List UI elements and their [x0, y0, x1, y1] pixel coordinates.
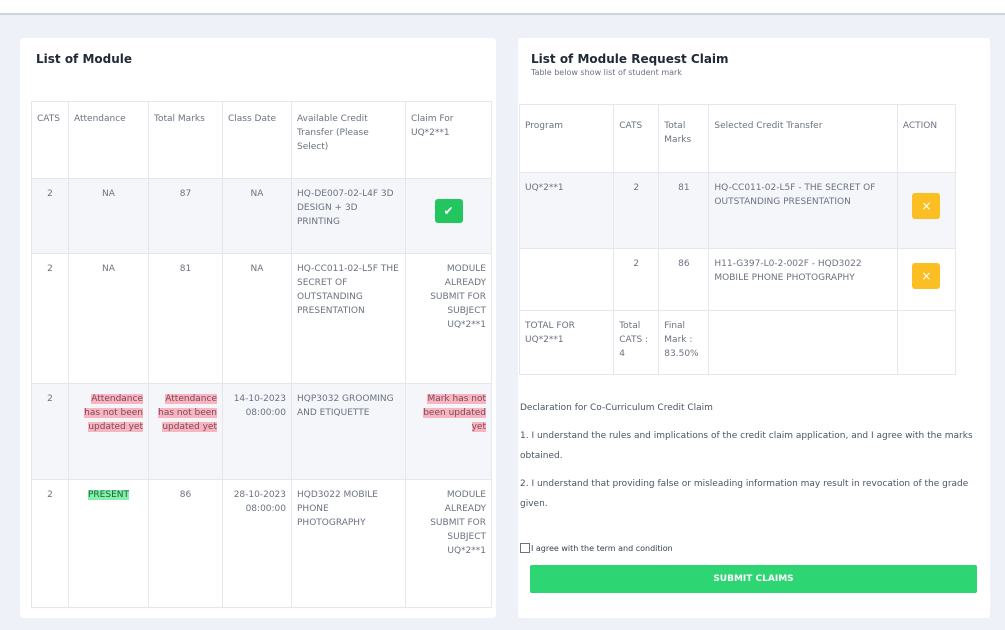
attendance-warning: Attendance has not been updated yet: [84, 394, 143, 432]
cell-credit: HQ-DE007-02-L4F 3D DESIGN + 3D PRINTING: [291, 178, 406, 254]
close-icon: ×: [921, 199, 932, 213]
list-of-module-card: List of Module CATS Attendance Total Mar…: [20, 38, 496, 618]
claim-check-button[interactable]: ✔: [434, 199, 463, 223]
header-available-credit: Available Credit Transfer (Please Select…: [291, 101, 406, 179]
cell-attendance: PRESENT: [68, 479, 149, 608]
cell-total: 81: [658, 172, 710, 249]
empty-cell: [708, 310, 898, 375]
cell-claim: MODULE ALREADY SUBMIT FOR SUBJECT UQ*2**…: [405, 479, 492, 608]
header-claim-for: Claim For UQ*2**1: [405, 101, 492, 179]
header-cats: CATS: [31, 101, 69, 179]
cell-date: 28-10-2023 08:00:00: [222, 479, 292, 608]
cell-total: Attendance has not been updated yet: [148, 383, 223, 480]
cell-cats: 2: [613, 172, 660, 249]
remove-claim-button[interactable]: ×: [912, 263, 941, 289]
cell-claim: ✔: [405, 178, 492, 254]
cell-date: NA: [222, 178, 292, 254]
header-class-date: Class Date: [222, 101, 292, 179]
cell-attendance: NA: [68, 178, 149, 254]
mark-warning: Mark has not been updated yet: [423, 394, 486, 432]
cell-credit: HQ-CC011-02-L5F THE SECRET OF OUTSTANDIN…: [291, 253, 406, 384]
header-program: Program: [518, 104, 615, 173]
cell-cats: 2: [613, 248, 660, 311]
cell-action: ×: [896, 172, 957, 249]
cell-date: 14-10-2023 08:00:00: [222, 383, 292, 480]
cell-credit: HQP3032 GROOMING AND ETIQUETTE: [291, 383, 406, 480]
cell-total: 86: [148, 479, 223, 608]
header-cats: CATS: [613, 104, 660, 173]
cell-action: ×: [896, 248, 957, 311]
cell-cats: 2: [31, 253, 69, 384]
attendance-present: PRESENT: [88, 490, 129, 500]
module-request-claim-card: List of Module Request Claim Table below…: [518, 38, 990, 618]
declaration: Declaration for Co-Curriculum Credit Cla…: [520, 398, 980, 522]
module-table: CATS Attendance Total Marks Class Date A…: [31, 101, 492, 608]
header-selected-credit: Selected Credit Transfer: [708, 104, 898, 173]
table-row: 2 Attendance has not been updated yet At…: [31, 383, 492, 480]
close-icon: ×: [921, 269, 932, 283]
cell-cats: 2: [31, 383, 69, 480]
final-mark: Final Mark : 83.50%: [658, 310, 710, 375]
table-header-row: CATS Attendance Total Marks Class Date A…: [31, 101, 492, 179]
cell-total: 86: [658, 248, 710, 311]
cell-credit: HQ-CC011-02-L5F - THE SECRET OF OUTSTAND…: [708, 172, 898, 249]
cell-program: [518, 248, 615, 311]
remove-claim-button[interactable]: ×: [912, 193, 941, 219]
cell-attendance: NA: [68, 253, 149, 384]
cell-claim: Mark has not been updated yet: [405, 383, 492, 480]
declaration-item: 2. I understand that providing false or …: [520, 479, 969, 509]
table-row: 2 86 H11-G397-L0-2-002F - HQD3022 MOBILE…: [518, 248, 957, 311]
header-action: ACTION: [896, 104, 957, 173]
card-title: List of Module Request Claim: [531, 52, 729, 66]
table-row: 2 PRESENT 86 28-10-2023 08:00:00 HQD3022…: [31, 479, 492, 608]
cell-credit: HQD3022 MOBILE PHONE PHOTOGRAPHY: [291, 479, 406, 608]
header-total-marks: Total Marks: [148, 101, 223, 179]
header-total-marks: Total Marks: [658, 104, 710, 173]
total-row: TOTAL FOR UQ*2**1 Total CATS : 4 Final M…: [518, 310, 957, 375]
total-cats: Total CATS : 4: [613, 310, 660, 375]
cell-cats: 2: [31, 178, 69, 254]
cell-total: 81: [148, 253, 223, 384]
submit-claims-button[interactable]: SUBMIT CLAIMS: [530, 565, 977, 593]
agree-row: I agree with the term and condition: [520, 543, 673, 553]
top-bar: [0, 0, 1005, 15]
table-row: UQ*2**1 2 81 HQ-CC011-02-L5F - THE SECRE…: [518, 172, 957, 249]
agree-label: I agree with the term and condition: [531, 543, 673, 553]
table-row: 2 NA 81 NA HQ-CC011-02-L5F THE SECRET OF…: [31, 253, 492, 384]
cell-total: 87: [148, 178, 223, 254]
table-row: 2 NA 87 NA HQ-DE007-02-L4F 3D DESIGN + 3…: [31, 178, 492, 254]
claim-table: Program CATS Total Marks Selected Credit…: [518, 104, 957, 375]
cell-credit: H11-G397-L0-2-002F - HQD3022 MOBILE PHON…: [708, 248, 898, 311]
empty-cell: [896, 310, 957, 375]
total-warning: Attendance has not been updated yet: [158, 394, 217, 432]
declaration-item: 1. I understand the rules and implicatio…: [520, 431, 973, 461]
total-label: TOTAL FOR UQ*2**1: [518, 310, 615, 375]
card-subtitle: Table below show list of student mark: [531, 68, 682, 77]
cell-cats: 2: [31, 479, 69, 608]
header-attendance: Attendance: [68, 101, 149, 179]
cell-attendance: Attendance has not been updated yet: [68, 383, 149, 480]
cell-date: NA: [222, 253, 292, 384]
declaration-title: Declaration for Co-Curriculum Credit Cla…: [520, 403, 713, 413]
card-title: List of Module: [36, 52, 133, 66]
check-icon: ✔: [443, 204, 454, 218]
cell-program: UQ*2**1: [518, 172, 615, 249]
cell-claim: MODULE ALREADY SUBMIT FOR SUBJECT UQ*2**…: [405, 253, 492, 384]
table-header-row: Program CATS Total Marks Selected Credit…: [518, 104, 957, 173]
agree-checkbox[interactable]: [520, 543, 530, 553]
